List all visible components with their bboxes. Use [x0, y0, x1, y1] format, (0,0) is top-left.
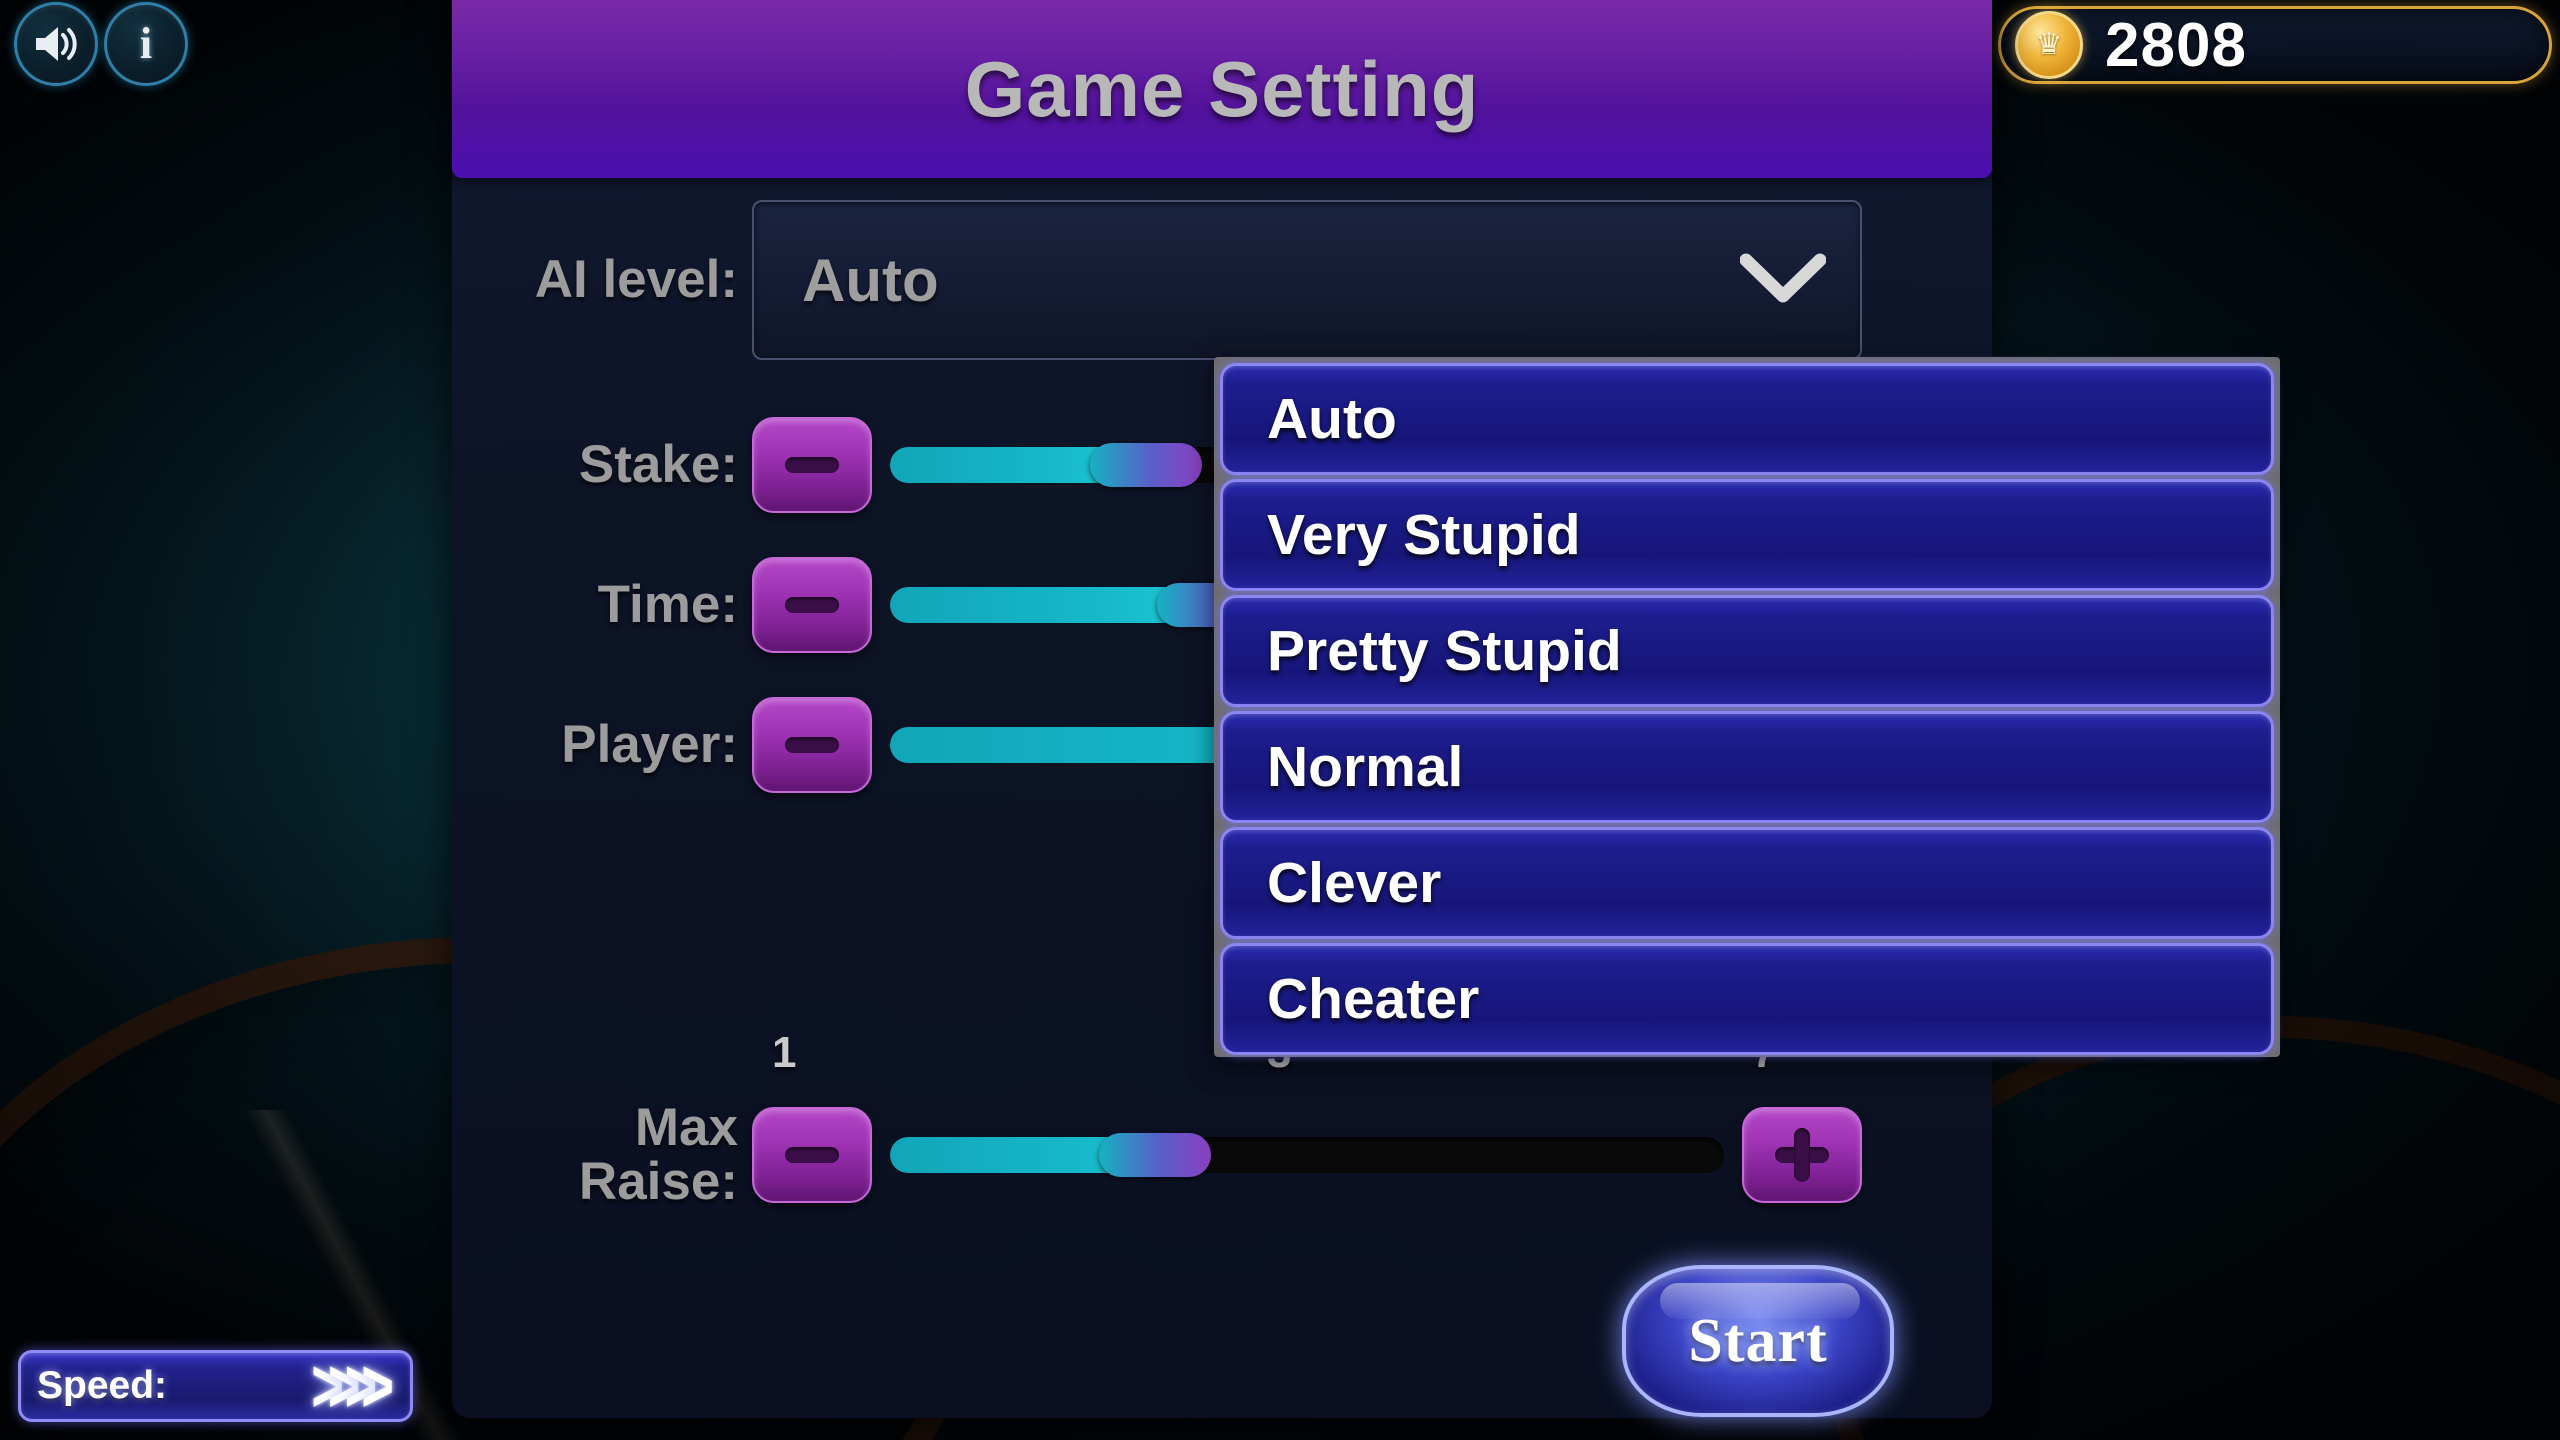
ai-level-option-label: Clever [1267, 851, 1442, 915]
sound-toggle-button[interactable] [14, 2, 98, 86]
minus-icon [785, 1147, 839, 1163]
plus-icon-vertical [1794, 1128, 1810, 1182]
info-button[interactable]: i [104, 2, 188, 86]
speaker-volume-icon [32, 22, 80, 66]
ai-level-label: AI level: [534, 249, 738, 309]
ai-level-option-very-stupid[interactable]: Very Stupid [1220, 479, 2274, 591]
chevron-4: > [361, 1342, 394, 1428]
player-label: Player: [561, 714, 738, 774]
time-minus-button[interactable] [752, 557, 872, 653]
ai-level-option-label: Very Stupid [1267, 503, 1581, 567]
double-chevron-right-icon: > > > > [311, 1348, 394, 1424]
ai-level-option-pretty-stupid[interactable]: Pretty Stupid [1220, 595, 2274, 707]
max-raise-label-line1: Max [634, 1097, 738, 1157]
player-minus-button[interactable] [752, 697, 872, 793]
minus-icon [785, 597, 839, 613]
max-raise-row: Max Raise: [452, 1080, 1992, 1230]
dialog-header: Game Setting [452, 0, 1992, 178]
max-raise-tick-min: 1 [772, 1028, 797, 1077]
max-raise-minus-button[interactable] [752, 1107, 872, 1203]
ai-level-dropdown-list[interactable]: Auto Very Stupid Pretty Stupid Normal Cl… [1214, 357, 2280, 1057]
ai-level-option-label: Auto [1267, 387, 1397, 451]
game-setting-dialog: Game Setting AI level: Auto Stake: Time:… [452, 0, 2280, 1418]
stake-slider-fill [890, 447, 1124, 483]
info-icon: i [139, 19, 153, 68]
minus-icon [785, 737, 839, 753]
speed-control[interactable]: Speed: > > > > [18, 1348, 413, 1424]
chevron-down-icon [1739, 252, 1827, 309]
start-button[interactable]: Start [1622, 1265, 1894, 1417]
max-raise-control [752, 1095, 1862, 1215]
coin-crown-glyph: ♛ [2035, 28, 2063, 61]
ai-level-option-label: Normal [1267, 735, 1464, 799]
max-raise-label-line2: Raise: [578, 1152, 738, 1211]
stake-minus-button[interactable] [752, 417, 872, 513]
ai-level-selected-value: Auto [802, 246, 939, 314]
coin-amount: 2808 [2105, 10, 2247, 80]
time-slider-fill [890, 587, 1191, 623]
ai-level-option-label: Cheater [1267, 967, 1480, 1031]
stake-slider-knob[interactable] [1090, 443, 1203, 487]
ai-level-select[interactable]: Auto [752, 200, 1862, 360]
coin-balance-panel: ♛ 2808 [1998, 6, 2552, 84]
page-title: Game Setting [964, 44, 1480, 133]
max-raise-slider-track[interactable] [890, 1133, 1724, 1177]
stake-label: Stake: [578, 434, 738, 494]
start-button-gloss [1660, 1283, 1860, 1319]
time-label: Time: [597, 574, 738, 634]
ai-level-option-label: Pretty Stupid [1267, 619, 1622, 683]
speed-label: Speed: [37, 1364, 168, 1407]
ai-level-option-cheater[interactable]: Cheater [1220, 943, 2274, 1055]
max-raise-slider-knob[interactable] [1098, 1133, 1211, 1177]
coin-icon: ♛ [2015, 11, 2083, 79]
max-raise-label: Max Raise: [452, 1097, 752, 1211]
minus-icon [785, 457, 839, 473]
ai-level-option-clever[interactable]: Clever [1220, 827, 2274, 939]
max-raise-plus-button[interactable] [1742, 1107, 1862, 1203]
ai-level-option-auto[interactable]: Auto [1220, 363, 2274, 475]
ai-level-row: AI level: Auto [452, 200, 1992, 360]
ai-level-option-normal[interactable]: Normal [1220, 711, 2274, 823]
